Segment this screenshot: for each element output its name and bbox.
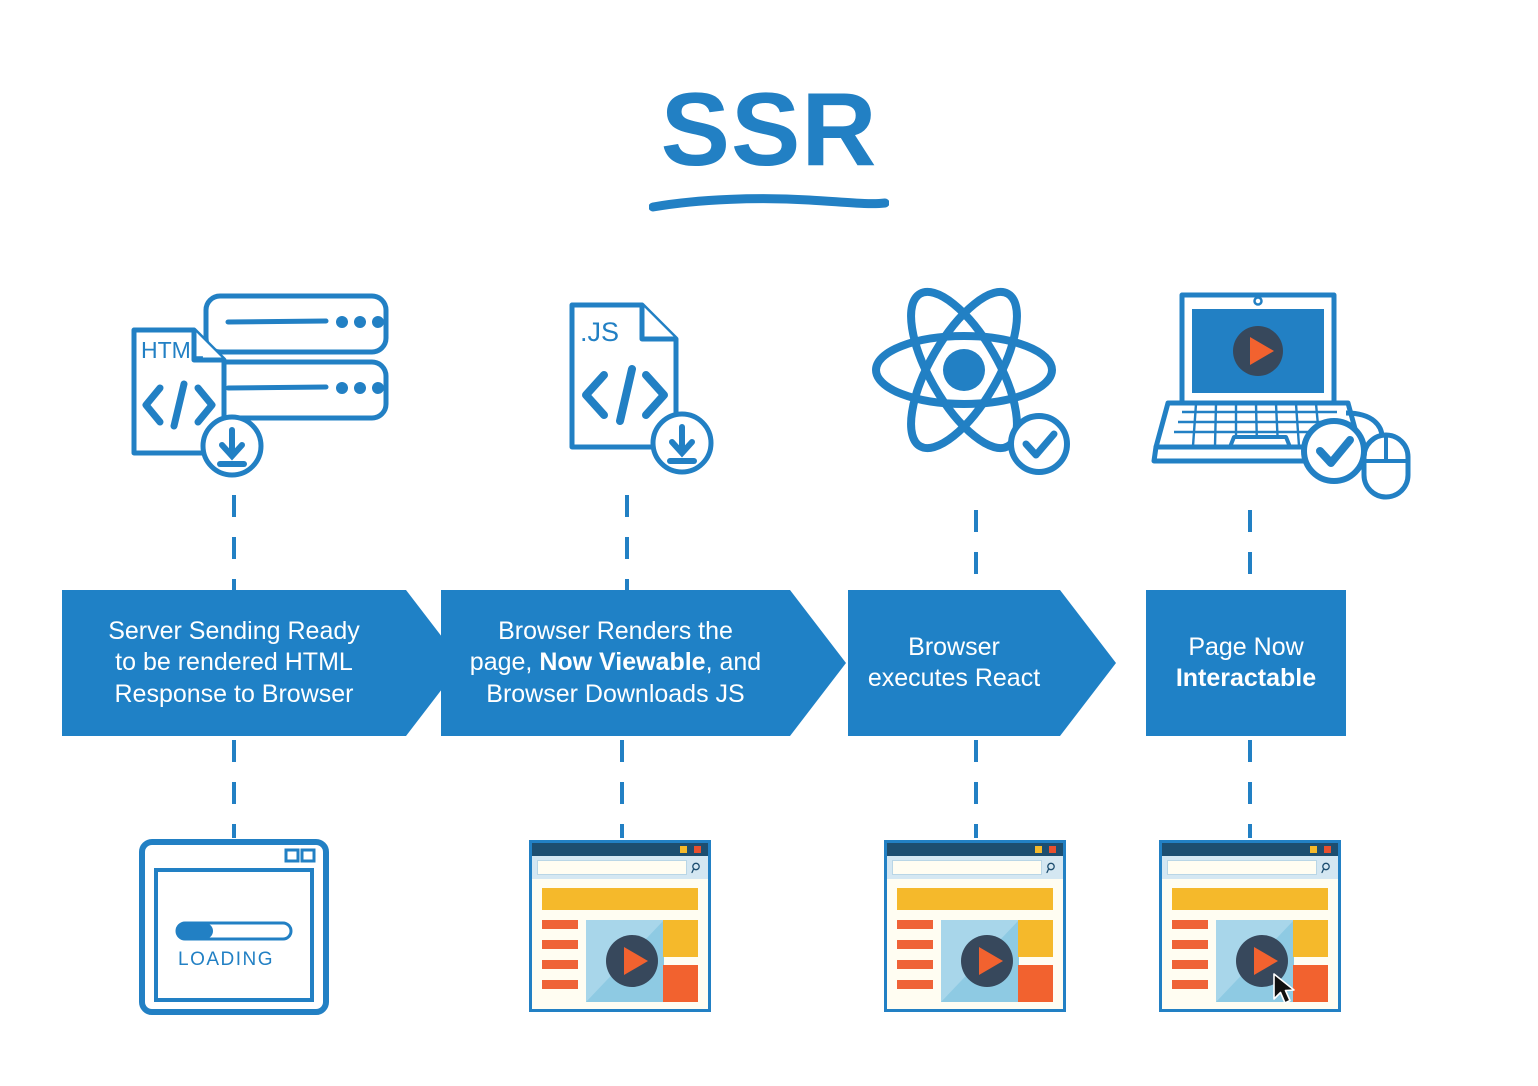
- banner-3-line-2: executes React: [867, 664, 1041, 692]
- mockup-box-orange: [1018, 965, 1053, 1002]
- rendered-page-mockup-2: [529, 840, 711, 1012]
- mockup-titlebar: [887, 843, 1063, 856]
- mockup-box-yellow: [663, 920, 698, 957]
- window-dot-yellow: [1310, 846, 1317, 853]
- mockup-sidebar-bar: [1172, 980, 1208, 989]
- banner-1-line-2: to be rendered HTML: [115, 648, 353, 677]
- mockup-hero-banner: [542, 888, 698, 910]
- search-icon[interactable]: [1046, 862, 1058, 874]
- mockup-url-input[interactable]: [892, 860, 1042, 875]
- play-triangle-icon: [979, 947, 1003, 975]
- search-icon[interactable]: [691, 862, 703, 874]
- connector-icon-banner-1: [232, 495, 236, 590]
- mockup-sidebar-bar: [1172, 960, 1208, 969]
- mockup-sidebar-bar: [1172, 920, 1208, 929]
- banner-2-line-3: Browser Downloads JS: [486, 679, 745, 708]
- loading-browser-window: LOADING: [138, 838, 330, 1016]
- banner-2-line-2-pre: page,: [469, 648, 540, 677]
- mockup-sidebar-bar: [897, 980, 933, 989]
- mockup-hero-banner: [897, 888, 1053, 910]
- connector-banner-mockup-1: [232, 740, 236, 838]
- rendered-page-mockup-4: [1159, 840, 1341, 1012]
- mockup-sidebar-bar: [542, 940, 578, 949]
- step-banner-1-text: Server Sending Ready to be rendered HTML…: [108, 616, 360, 710]
- title-block: SSR: [0, 78, 1538, 216]
- mockup-url-input[interactable]: [1167, 860, 1317, 875]
- banner-2-line-1: Browser Renders the: [498, 617, 733, 646]
- mockup-hero-banner: [1172, 888, 1328, 910]
- mouse-cursor-icon: [1273, 973, 1295, 1004]
- step-banner-1: Server Sending Ready to be rendered HTML…: [62, 590, 406, 736]
- connector-icon-banner-4: [1248, 510, 1252, 590]
- banner-3-line-1: Browser: [908, 632, 1000, 661]
- step-banner-2: Browser Renders the page, Now Viewable, …: [441, 590, 790, 736]
- mockup-box-orange: [1293, 965, 1328, 1002]
- html-file-label: HTML: [141, 337, 204, 363]
- banner-2-line-2-bold: Now Viewable: [539, 648, 706, 677]
- banner-4-line-2-bold: Interactable: [1175, 664, 1317, 692]
- js-file-download-icon: .JS: [560, 295, 730, 485]
- play-triangle-icon: [624, 947, 648, 975]
- step-banner-3-arrowhead: [1060, 590, 1116, 736]
- mockup-box-yellow: [1293, 920, 1328, 957]
- mockup-sidebar-bar: [542, 920, 578, 929]
- connector-banner-mockup-4: [1248, 740, 1252, 838]
- connector-icon-banner-3: [974, 510, 978, 590]
- window-dot-red: [694, 846, 701, 853]
- window-dot-red: [1049, 846, 1056, 853]
- title-underline-swoosh: [649, 194, 889, 212]
- step-banner-3-text: Browser executes React: [868, 632, 1040, 695]
- window-dot-red: [1324, 846, 1331, 853]
- mockup-sidebar-bar: [897, 940, 933, 949]
- page-title: SSR: [660, 72, 878, 188]
- mockup-box-yellow: [1018, 920, 1053, 957]
- connector-banner-mockup-3: [974, 740, 978, 838]
- react-atom-check-icon: [866, 272, 1081, 487]
- connector-banner-mockup-2: [620, 740, 624, 838]
- banner-2-line-2-post: , and: [705, 648, 762, 677]
- connector-icon-banner-2: [625, 495, 629, 590]
- html-server-download-icon: HTML: [108, 288, 398, 488]
- banner-4-line-1: Page Now: [1188, 632, 1304, 661]
- step-banner-3: Browser executes React: [848, 590, 1060, 736]
- loading-label: LOADING: [178, 949, 274, 970]
- step-banner-4-text: Page Now Interactable: [1176, 632, 1316, 695]
- search-icon[interactable]: [1321, 862, 1333, 874]
- js-file-label: .JS: [580, 317, 619, 347]
- laptop-mouse-check-icon: [1138, 285, 1418, 510]
- step-banner-4: Page Now Interactable: [1146, 590, 1346, 736]
- step-banner-2-text: Browser Renders the page, Now Viewable, …: [470, 616, 761, 710]
- mockup-sidebar-bar: [542, 960, 578, 969]
- mockup-sidebar-bar: [897, 920, 933, 929]
- banner-1-line-1: Server Sending Ready: [108, 617, 360, 646]
- mockup-sidebar-bar: [1172, 940, 1208, 949]
- banner-1-line-3: Response to Browser: [114, 679, 354, 708]
- mockup-box-orange: [663, 965, 698, 1002]
- mockup-sidebar-bar: [897, 960, 933, 969]
- window-dot-yellow: [680, 846, 687, 853]
- mockup-sidebar-bar: [542, 980, 578, 989]
- mockup-url-input[interactable]: [537, 860, 687, 875]
- step-banner-2-arrowhead: [790, 590, 846, 736]
- mockup-titlebar: [1162, 843, 1338, 856]
- play-triangle-icon: [1254, 947, 1278, 975]
- mockup-titlebar: [532, 843, 708, 856]
- rendered-page-mockup-3: [884, 840, 1066, 1012]
- window-dot-yellow: [1035, 846, 1042, 853]
